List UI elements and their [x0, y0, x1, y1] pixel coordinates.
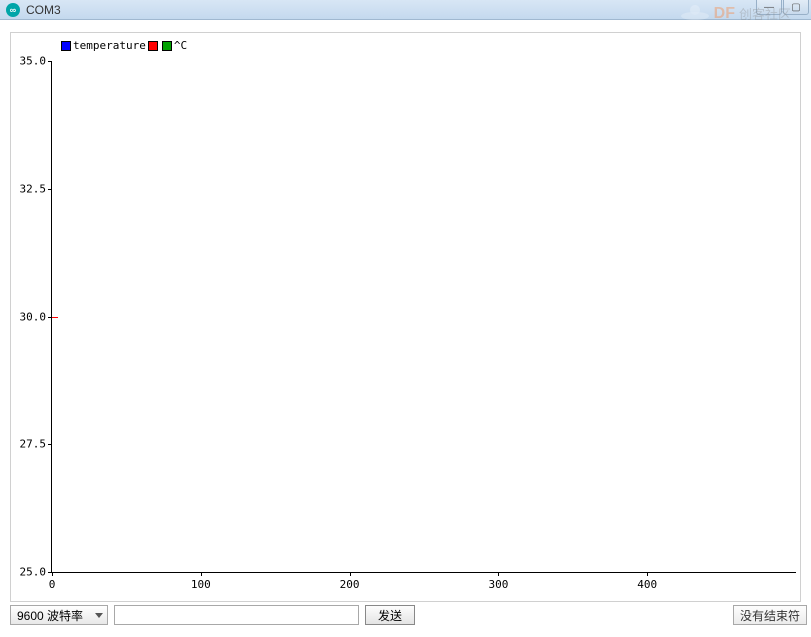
y-axis-label: 30.0 [20, 310, 47, 323]
legend-label-1: temperature [73, 39, 146, 52]
line-ending-select[interactable]: 没有结束符 [733, 605, 807, 625]
legend-swatch-1 [61, 41, 71, 51]
x-axis-label: 300 [488, 578, 508, 591]
baud-rate-select[interactable]: 9600 波特率 [10, 605, 108, 625]
x-axis-label: 200 [340, 578, 360, 591]
y-axis-label: 27.5 [20, 438, 47, 451]
maximize-button[interactable]: ▢ [783, 0, 809, 15]
send-button[interactable]: 发送 [365, 605, 415, 625]
send-input[interactable] [114, 605, 359, 625]
x-axis-label: 400 [637, 578, 657, 591]
window-controls: — ▢ [756, 0, 809, 15]
x-axis-label: 0 [49, 578, 56, 591]
baud-rate-value: 9600 波特率 [17, 607, 83, 624]
x-axis-label: 100 [191, 578, 211, 591]
data-point [52, 317, 58, 318]
bottom-toolbar: 9600 波特率 发送 没有结束符 [10, 603, 807, 627]
x-axis-tick [647, 572, 648, 576]
minimize-button[interactable]: — [756, 0, 782, 15]
y-axis-label: 25.0 [20, 566, 47, 579]
chart-legend: temperature ^C [61, 39, 187, 52]
y-axis-tick [48, 61, 52, 62]
legend-swatch-2 [148, 41, 158, 51]
x-axis-tick [201, 572, 202, 576]
arduino-icon: ∞ [6, 3, 20, 17]
chevron-down-icon [95, 613, 103, 618]
x-axis-tick [498, 572, 499, 576]
x-axis-tick [350, 572, 351, 576]
content-area: temperature ^C 25.027.530.032.535.001002… [0, 20, 811, 637]
legend-label-3: ^C [174, 39, 187, 52]
x-axis-tick [52, 572, 53, 576]
y-axis-tick [48, 444, 52, 445]
plot-area: 25.027.530.032.535.00100200300400 [51, 61, 796, 573]
legend-swatch-3 [162, 41, 172, 51]
titlebar: ∞ COM3 — ▢ [0, 0, 811, 20]
window-title: COM3 [26, 3, 61, 17]
y-axis-label: 35.0 [20, 55, 47, 68]
y-axis-label: 32.5 [20, 182, 47, 195]
y-axis-tick [48, 189, 52, 190]
chart-area: temperature ^C 25.027.530.032.535.001002… [10, 32, 801, 602]
